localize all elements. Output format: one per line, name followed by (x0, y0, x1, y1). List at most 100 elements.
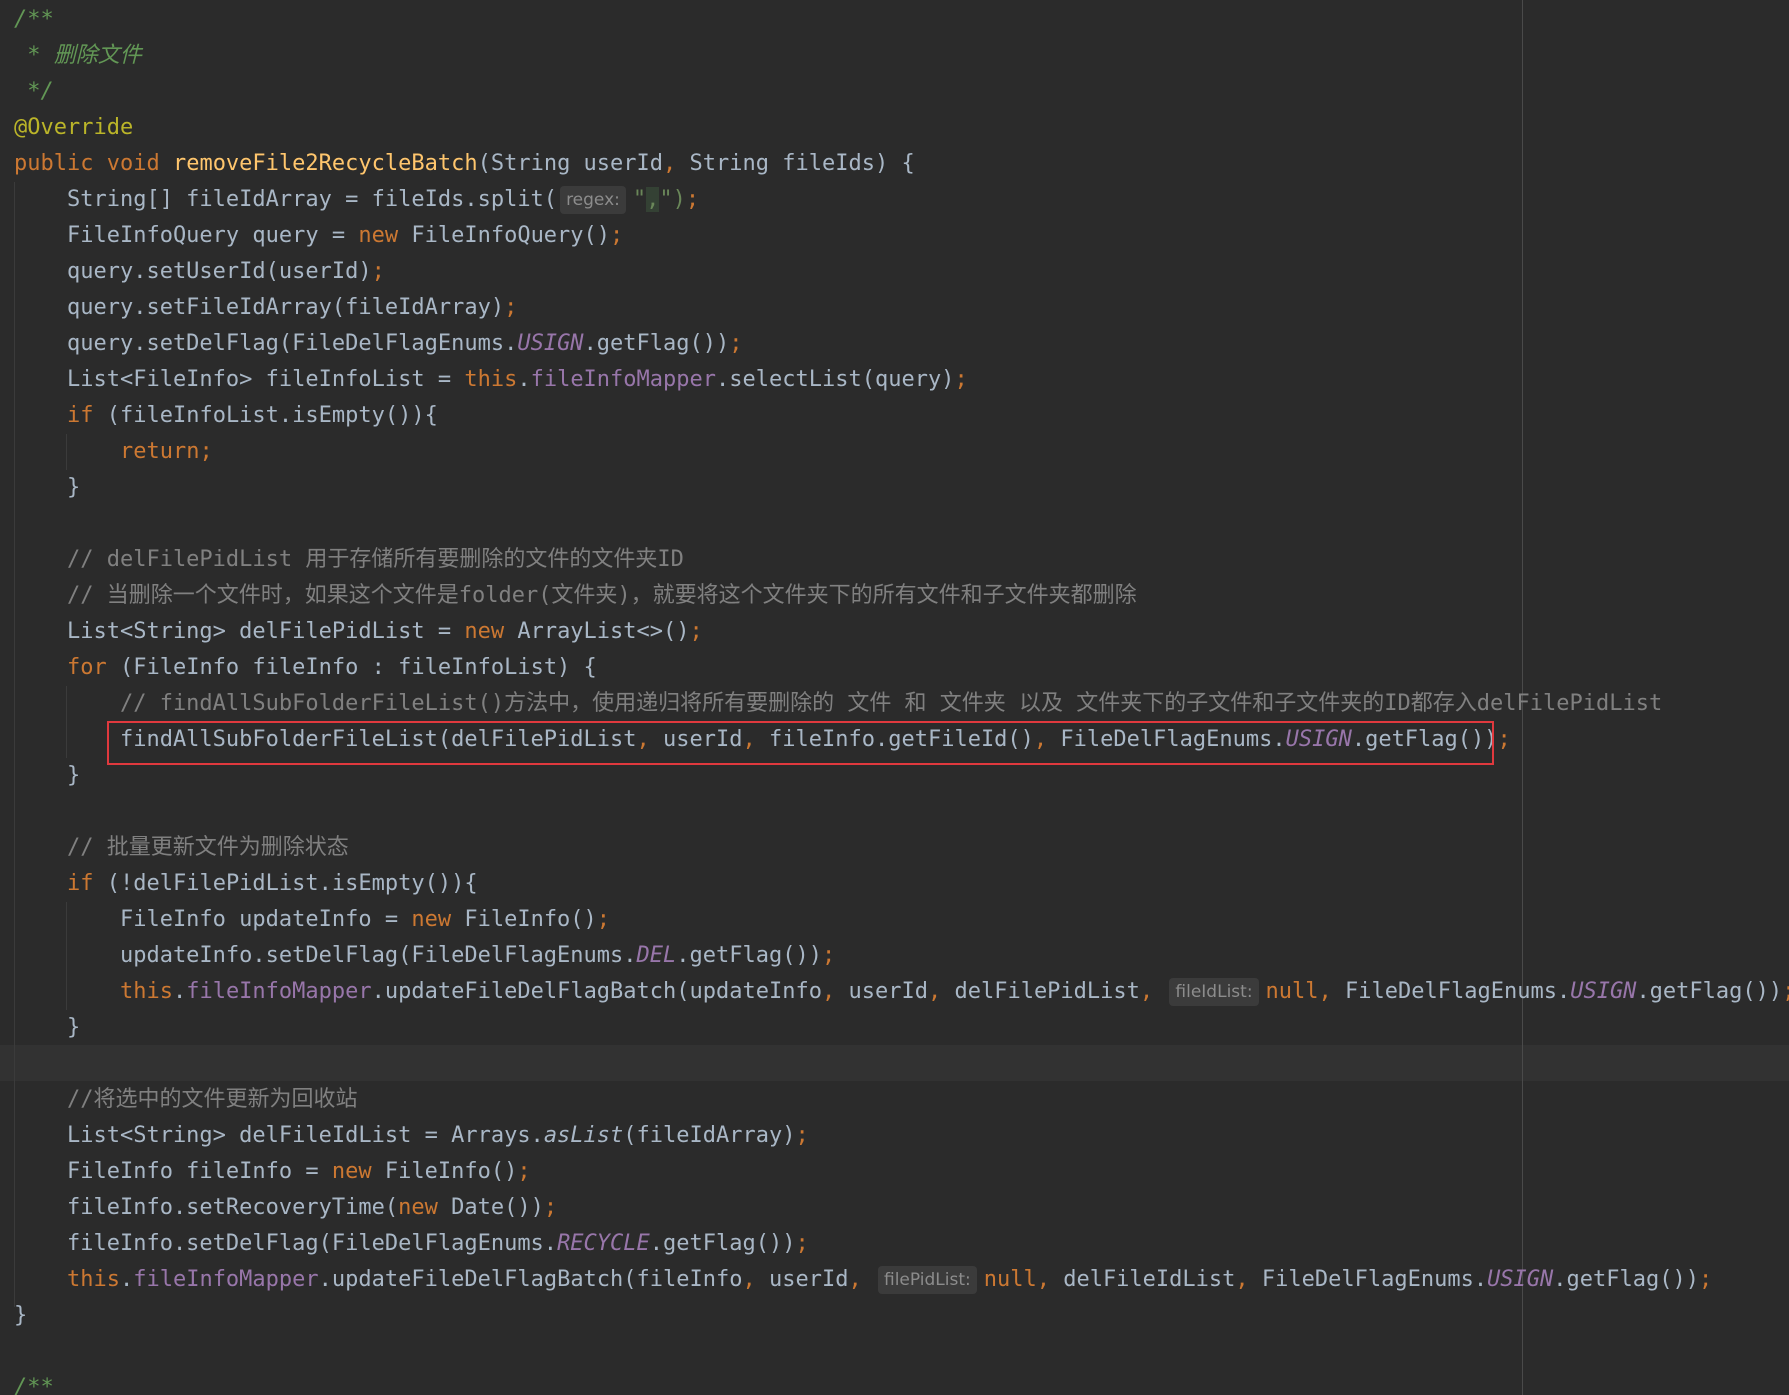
code-text: .updateFileDelFlagBatch(fileInfo (318, 1267, 743, 1292)
code-line[interactable] (14, 1334, 1789, 1370)
code-line[interactable]: /** (14, 2, 1789, 38)
code-line[interactable]: updateInfo.setDelFlag(FileDelFlagEnums.D… (14, 938, 1789, 974)
code-text: (String userId (477, 151, 664, 176)
keyword: null (983, 1267, 1037, 1292)
code-line[interactable]: // 当删除一个文件时，如果这个文件是folder(文件夹)，就要将这个文件夹下… (14, 578, 1789, 614)
code-text: } (14, 763, 81, 788)
line-comment: //将选中的文件更新为回收站 (14, 1087, 358, 1112)
code-text: .updateFileDelFlagBatch(updateInfo (371, 979, 822, 1004)
code-text: String fileIds) { (689, 151, 915, 176)
code-text: fileInfo.setDelFlag(FileDelFlagEnums. (14, 1231, 558, 1256)
code-line[interactable]: * 删除文件 (14, 38, 1789, 74)
code-text: delFileIdList (1063, 1267, 1236, 1292)
keyword: new (411, 907, 465, 932)
string-literal: ") (659, 187, 686, 212)
punctuation: ; (954, 367, 968, 392)
punctuation: ; (504, 295, 518, 320)
code-line[interactable]: @Override (14, 110, 1789, 146)
punctuation: , (742, 727, 770, 752)
code-text: (FileInfo fileInfo : fileInfoList) { (119, 655, 597, 680)
punctuation: ; (371, 259, 385, 284)
punctuation: , (848, 1267, 875, 1292)
code-line[interactable]: this.fileInfoMapper.updateFileDelFlagBat… (14, 974, 1789, 1010)
code-line[interactable]: query.setUserId(userId); (14, 254, 1789, 290)
string-literal: , (646, 187, 660, 212)
string-literal: " (632, 187, 647, 212)
code-line[interactable]: if (fileInfoList.isEmpty()){ (14, 398, 1789, 434)
code-line[interactable]: if (!delFilePidList.isEmpty()){ (14, 866, 1789, 902)
code-line[interactable]: for (FileInfo fileInfo : fileInfoList) { (14, 650, 1789, 686)
code-text: (fileInfoList.isEmpty()){ (106, 403, 438, 428)
punctuation: ; (1699, 1267, 1713, 1292)
punctuation: ; (610, 223, 624, 248)
keyword: for (66, 655, 120, 680)
code-text: } (14, 1303, 28, 1328)
code-text: findAllSubFolderFileList(delFilePidList (14, 727, 637, 752)
code-line[interactable]: /** (14, 1370, 1789, 1395)
code-line[interactable]: FileInfoQuery query = new FileInfoQuery(… (14, 218, 1789, 254)
code-text: FileInfo() (384, 1159, 518, 1184)
code-text: FileInfoQuery() (411, 223, 611, 248)
code-line[interactable]: //将选中的文件更新为回收站 (14, 1082, 1789, 1118)
code-line[interactable] (14, 1046, 1789, 1082)
code-line[interactable]: } (14, 1010, 1789, 1046)
punctuation: , (927, 979, 955, 1004)
code-text: (!delFilePidList.isEmpty()){ (106, 871, 478, 896)
code-line[interactable]: List<String> delFilePidList = new ArrayL… (14, 614, 1789, 650)
code-line[interactable]: return; (14, 434, 1789, 470)
code-text: FileDelFlagEnums. (1345, 979, 1571, 1004)
code-line[interactable]: } (14, 758, 1789, 794)
code-editor[interactable]: /** * 删除文件 */ @Override public void remove… (0, 0, 1789, 1395)
keyword: new (358, 223, 412, 248)
keyword: this (66, 1267, 120, 1292)
code-line[interactable]: */ (14, 74, 1789, 110)
code-text: List<String> delFilePidList = (14, 619, 465, 644)
code-line[interactable]: public void removeFile2RecycleBatch(Stri… (14, 146, 1789, 182)
code-text: FileDelFlagEnums. (1060, 727, 1286, 752)
field-name: fileInfoMapper (133, 1267, 319, 1292)
code-line[interactable] (14, 794, 1789, 830)
keyword: return; (119, 439, 213, 464)
code-line[interactable]: // findAllSubFolderFileList()方法中，使用递归将所有… (14, 686, 1789, 722)
keyword: new (464, 619, 518, 644)
code-line[interactable]: // 批量更新文件为删除状态 (14, 830, 1789, 866)
code-text: . (172, 979, 187, 1004)
static-method: asList (543, 1123, 624, 1148)
highlighted-code-line[interactable]: findAllSubFolderFileList(delFilePidList,… (14, 722, 1789, 758)
code-line[interactable]: this.fileInfoMapper.updateFileDelFlagBat… (14, 1262, 1789, 1298)
code-line[interactable]: List<String> delFileIdList = Arrays.asLi… (14, 1118, 1789, 1154)
code-lines[interactable]: /** * 删除文件 */ @Override public void remove… (14, 2, 1789, 1395)
punctuation: , (742, 1267, 769, 1292)
doc-comment: * 删除文件 (14, 43, 142, 68)
code-line[interactable]: FileInfo fileInfo = new FileInfo(); (14, 1154, 1789, 1190)
doc-comment: */ (14, 79, 54, 104)
keyword: this (119, 979, 173, 1004)
keyword: if (66, 403, 107, 428)
doc-comment: /** (14, 7, 54, 32)
code-line[interactable]: } (14, 470, 1789, 506)
code-text: .getFlag()) (1636, 979, 1783, 1004)
code-text: FileInfo() (464, 907, 597, 932)
code-text: userId (848, 979, 928, 1004)
code-line[interactable] (14, 506, 1789, 542)
code-line[interactable]: query.setDelFlag(FileDelFlagEnums.USIGN.… (14, 326, 1789, 362)
code-text: fileInfo.setRecoveryTime( (14, 1195, 399, 1220)
code-line[interactable]: // delFilePidList 用于存储所有要删除的文件的文件夹ID (14, 542, 1789, 578)
code-line[interactable]: String[] fileIdArray = fileIds.split(reg… (14, 182, 1789, 218)
code-text: .getFlag()) (1553, 1267, 1699, 1292)
code-line[interactable]: fileInfo.setDelFlag(FileDelFlagEnums.REC… (14, 1226, 1789, 1262)
keyword: new (398, 1195, 452, 1220)
code-line[interactable]: FileInfo updateInfo = new FileInfo(); (14, 902, 1789, 938)
code-line[interactable]: } (14, 1298, 1789, 1334)
code-line[interactable]: fileInfo.setRecoveryTime(new Date()); (14, 1190, 1789, 1226)
code-line[interactable]: List<FileInfo> fileInfoList = this.fileI… (14, 362, 1789, 398)
keyword: new (331, 1159, 385, 1184)
method-name: removeFile2RecycleBatch (172, 151, 478, 176)
code-line[interactable]: query.setFileIdArray(fileIdArray); (14, 290, 1789, 326)
punctuation: , (1139, 979, 1167, 1004)
parameter-hint: fileIdList: (1169, 978, 1259, 1006)
